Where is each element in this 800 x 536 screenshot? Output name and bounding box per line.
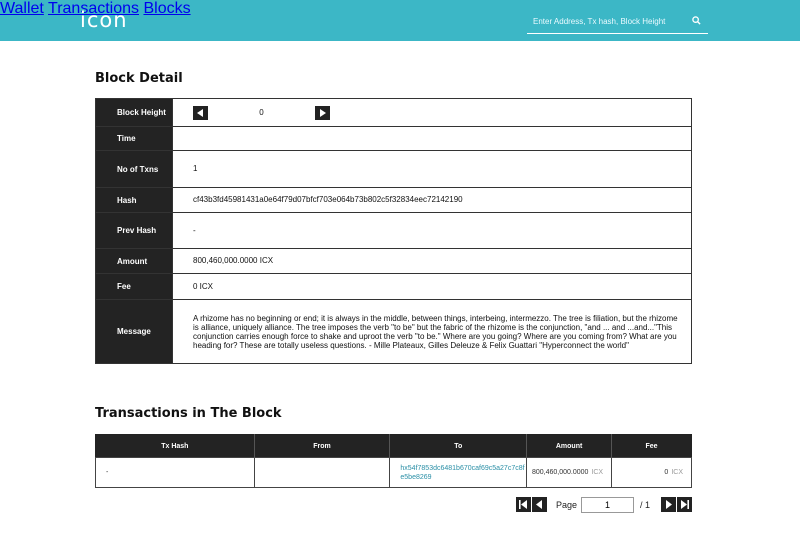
search-input[interactable] xyxy=(533,14,683,28)
row-amount: Amount 800,460,000.0000 ICX xyxy=(95,248,692,274)
nav-wallet[interactable]: Wallet xyxy=(0,0,44,17)
transactions-title: Transactions in The Block xyxy=(95,406,282,421)
column-fee: Fee xyxy=(611,434,692,458)
time-value xyxy=(172,126,692,151)
next-page-button[interactable] xyxy=(661,497,676,512)
row-hash: Hash cf43b3fd45981431a0e64f79d07bfcf703e… xyxy=(95,187,692,213)
chevron-right-icon xyxy=(666,500,672,509)
column-to: To xyxy=(389,434,528,458)
logo-text: icon xyxy=(80,8,128,32)
row-message: Message A rhizome has no beginning or en… xyxy=(95,299,692,364)
search-bar xyxy=(527,11,708,34)
row-prev-hash: Prev Hash - xyxy=(95,212,692,249)
transactions-table: Tx Hash From To Amount Fee - hx54f7853dc… xyxy=(95,434,692,488)
page-label: Page xyxy=(556,500,578,510)
to-address-text[interactable]: hx54f7853dc6481b670caf69c5a27c7c8fe5be82… xyxy=(400,465,524,481)
row-block-height: Block Height 0 xyxy=(95,98,692,127)
amount-cell: 800,460,000.0000 ICX xyxy=(526,457,613,488)
row-time: Time xyxy=(95,126,692,151)
transactions-header-row: Tx Hash From To Amount Fee xyxy=(95,434,692,458)
block-height-value: 0 xyxy=(259,107,264,117)
amount-unit: ICX xyxy=(591,469,604,476)
row-fee: Fee 0 ICX xyxy=(95,273,692,300)
fee-label: Fee xyxy=(95,273,173,300)
from-cell xyxy=(253,457,391,488)
column-tx-hash: Tx Hash xyxy=(95,434,255,458)
fee-cell: 0 ICX xyxy=(611,457,692,488)
previous-page-button[interactable] xyxy=(532,497,547,512)
message-label: Message xyxy=(95,299,173,364)
chevron-right-icon xyxy=(320,108,326,117)
amount-text: 800,460,000.0000 xyxy=(531,469,589,476)
nav-blocks[interactable]: Blocks xyxy=(143,0,190,17)
chevron-left-icon xyxy=(197,108,203,117)
message-value: A rhizome has no beginning or end; it is… xyxy=(172,299,692,364)
prev-hash-label: Prev Hash xyxy=(95,212,173,249)
time-label: Time xyxy=(95,126,173,151)
fee-value: 0 ICX xyxy=(172,273,692,300)
row-no-of-txns: No of Txns 1 xyxy=(95,150,692,188)
last-page-icon xyxy=(681,500,689,509)
next-block-button[interactable] xyxy=(315,105,330,120)
icon-logo[interactable]: icon xyxy=(80,8,128,32)
hash-value: cf43b3fd45981431a0e64f79d07bfcf703e064b7… xyxy=(172,187,692,213)
tx-hash-cell[interactable]: - xyxy=(95,457,255,488)
first-page-icon xyxy=(519,500,527,509)
to-address-link[interactable]: hx54f7853dc6481b670caf69c5a27c7c8fe5be82… xyxy=(389,457,528,488)
no-of-txns-label: No of Txns xyxy=(95,150,173,188)
first-page-button[interactable] xyxy=(516,497,531,512)
last-page-button[interactable] xyxy=(677,497,692,512)
search-icon[interactable] xyxy=(692,16,701,25)
block-detail-table: Block Height 0 Time No of Txns 1 Hash cf… xyxy=(95,98,692,364)
top-navigation-bar: icon Wallet Transactions Blocks xyxy=(0,0,800,41)
column-from: From xyxy=(254,434,391,458)
block-detail-title: Block Detail xyxy=(95,71,183,86)
chevron-left-icon xyxy=(536,500,542,509)
page-number-input[interactable] xyxy=(581,497,634,513)
amount-value: 800,460,000.0000 ICX xyxy=(172,248,692,274)
previous-block-button[interactable] xyxy=(193,105,208,120)
fee-unit: ICX xyxy=(671,469,683,476)
no-of-txns-value: 1 xyxy=(172,150,692,188)
table-row: - hx54f7853dc6481b670caf69c5a27c7c8fe5be… xyxy=(95,457,692,488)
column-amount: Amount xyxy=(526,434,613,458)
fee-text: 0 xyxy=(664,469,669,476)
prev-hash-value: - xyxy=(172,212,692,249)
page-total: / 1 xyxy=(640,500,651,510)
amount-label: Amount xyxy=(95,248,173,274)
block-height-value-cell: 0 xyxy=(172,98,692,127)
block-height-label: Block Height xyxy=(95,98,173,127)
hash-label: Hash xyxy=(95,187,173,213)
